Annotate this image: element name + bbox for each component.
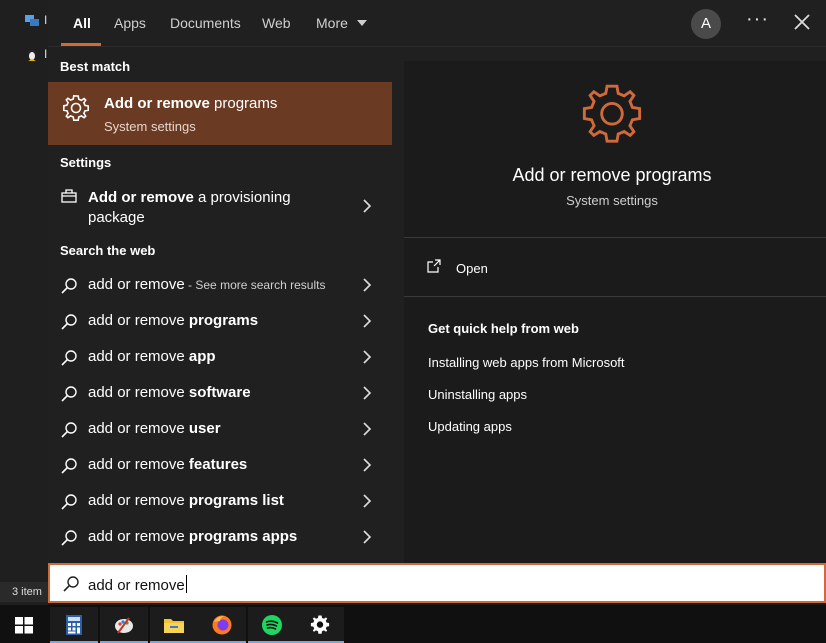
quick-help-header: Get quick help from web	[428, 321, 579, 336]
tab-more[interactable]: More	[316, 15, 367, 31]
linux-penguin-icon[interactable]	[24, 46, 40, 62]
chevron-right-icon[interactable]	[360, 314, 374, 328]
paint-icon	[115, 617, 133, 634]
search-box[interactable]: add or remove	[48, 563, 826, 603]
web-result-label: add or remove software	[88, 384, 251, 401]
calculator-icon	[66, 615, 82, 635]
status-bar-item-count: 3 item	[0, 582, 48, 602]
gear-icon	[582, 84, 642, 143]
close-icon[interactable]	[790, 10, 814, 34]
provisioning-package-icon	[61, 189, 77, 203]
best-match-header: Best match	[60, 59, 131, 74]
chevron-right-icon[interactable]	[360, 350, 374, 364]
chevron-right-icon[interactable]	[360, 278, 374, 292]
desktop-item-label: I	[44, 47, 48, 61]
search-icon	[61, 386, 77, 402]
web-result-item[interactable]: add or remove - See more search results	[48, 267, 392, 303]
open-label: Open	[456, 261, 488, 276]
search-icon	[63, 576, 79, 592]
chevron-right-icon[interactable]	[360, 422, 374, 436]
preview-subtitle: System settings	[566, 193, 658, 208]
result-preview-pane: Add or remove programs System settings O…	[404, 61, 826, 563]
chevron-right-icon[interactable]	[360, 530, 374, 544]
web-result-item[interactable]: add or remove features	[48, 447, 392, 483]
caret-down-icon	[356, 20, 367, 26]
open-external-icon	[427, 259, 441, 273]
divider	[404, 237, 826, 238]
web-result-label: add or remove programs	[88, 312, 259, 329]
spotify-icon	[262, 615, 282, 635]
firefox-icon	[212, 615, 232, 635]
web-result-item[interactable]: add or remove programs	[48, 303, 392, 339]
search-tabs-bar: All Apps Documents Web More A ···	[48, 0, 826, 47]
chevron-right-icon[interactable]	[360, 199, 374, 213]
quick-help-link[interactable]: Installing web apps from Microsoft	[428, 355, 625, 370]
web-result-label: add or remove programs list	[88, 492, 284, 509]
search-web-header: Search the web	[60, 243, 156, 258]
tab-web[interactable]: Web	[262, 15, 291, 31]
taskbar-firefox[interactable]	[198, 607, 246, 643]
quick-help-link[interactable]: Uninstalling apps	[428, 387, 527, 402]
divider	[404, 296, 826, 297]
windows-logo-icon	[15, 617, 33, 634]
taskbar-settings[interactable]	[296, 607, 344, 643]
tab-apps[interactable]: Apps	[114, 15, 146, 31]
web-result-label: add or remove user	[88, 420, 221, 437]
settings-header: Settings	[60, 155, 112, 170]
folder-icon	[164, 619, 184, 633]
web-result-item[interactable]: add or remove software	[48, 375, 392, 411]
search-results-list: Best match Add or remove programs System…	[48, 47, 403, 563]
search-icon	[61, 494, 77, 510]
web-result-label: add or remove - See more search results	[88, 276, 326, 293]
network-icon[interactable]	[24, 12, 40, 28]
quick-help-link[interactable]: Updating apps	[428, 419, 512, 434]
chevron-right-icon[interactable]	[360, 494, 374, 508]
search-icon	[61, 422, 77, 438]
taskbar-file-explorer[interactable]	[150, 607, 198, 643]
tab-all[interactable]: All	[73, 15, 91, 31]
best-match-subtitle: System settings	[104, 119, 196, 134]
taskbar-spotify[interactable]	[248, 607, 296, 643]
gear-icon	[63, 94, 89, 121]
tab-documents[interactable]: Documents	[170, 15, 241, 31]
start-button[interactable]	[0, 607, 48, 643]
best-match-result[interactable]: Add or remove programs System settings	[48, 82, 392, 145]
account-avatar[interactable]: A	[691, 9, 721, 39]
web-result-label: add or remove features	[88, 456, 248, 473]
more-options-icon[interactable]: ···	[746, 8, 769, 31]
tab-more-label: More	[316, 15, 348, 31]
web-result-item[interactable]: add or remove programs apps	[48, 519, 392, 555]
search-icon	[61, 350, 77, 366]
search-icon	[61, 314, 77, 330]
taskbar	[0, 605, 826, 643]
web-result-label: add or remove programs apps	[88, 528, 298, 545]
web-result-item[interactable]: add or remove app	[48, 339, 392, 375]
search-input-value: add or remove	[88, 577, 185, 594]
text-caret	[185, 575, 187, 593]
settings-result-label: Add or remove a provisioning package	[88, 189, 291, 226]
best-match-title: Add or remove programs	[104, 95, 278, 112]
desktop-item-label: I	[44, 13, 48, 27]
preview-title: Add or remove programs	[512, 165, 712, 185]
search-icon	[61, 278, 77, 294]
web-result-item[interactable]: add or remove programs list	[48, 483, 392, 519]
taskbar-calculator[interactable]	[50, 607, 98, 643]
active-tab-indicator	[61, 43, 101, 46]
settings-gear-icon	[310, 615, 330, 634]
web-result-item[interactable]: add or remove user	[48, 411, 392, 447]
search-icon	[61, 530, 77, 546]
chevron-right-icon[interactable]	[360, 458, 374, 472]
desktop-background: I I 3 item	[0, 0, 48, 605]
taskbar-paint[interactable]	[100, 607, 148, 643]
search-icon	[61, 458, 77, 474]
search-input[interactable]: add or remove	[88, 575, 187, 594]
settings-result-item[interactable]: Add or remove a provisioning package	[48, 182, 392, 230]
web-result-label: add or remove app	[88, 348, 216, 365]
search-panel: All Apps Documents Web More A ··· Best m…	[48, 0, 826, 563]
chevron-right-icon[interactable]	[360, 386, 374, 400]
